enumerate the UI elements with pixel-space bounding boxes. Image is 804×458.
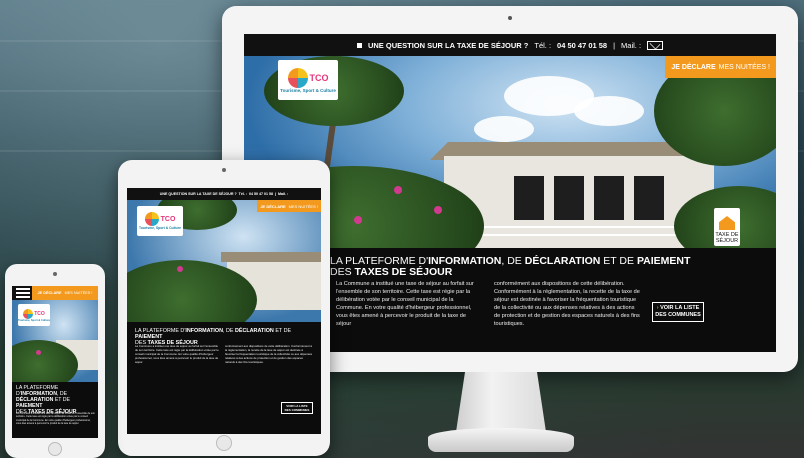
tablet-content: LA PLATEFORME D'INFORMATION, DE DÉCLARAT… [127,322,321,434]
title-bold: INFORMATION [185,328,223,334]
title-text: ET DE [600,255,637,267]
tco-logo[interactable]: TCO Tourisme, Sport & Culture [18,304,50,326]
tablet-top-bar: UNE QUESTION SUR LA TAXE DE SÉJOUR ? Tél… [127,188,321,200]
tablet-hero-image: TCO Tourisme, Sport & Culture JE DÉCLARE… [127,200,321,322]
chevron-right-icon: › [656,305,659,311]
paragraph-left: La Commune a institué une taxe de séjour… [336,281,474,327]
flower [434,206,442,214]
logo-tagline: Tourisme, Sport & Culture [139,226,181,230]
declare-nights-button[interactable]: JE DÉCLARE MES NUITÉES ! [32,286,98,300]
logo-circle-icon [287,67,308,88]
cloud [574,96,644,126]
title-bold: DÉCLARATION [524,255,601,267]
list-button-line2: DES COMMUNES [655,312,701,318]
phone-device: JE DÉCLARE MES NUITÉES ! TCO Tourisme, S… [5,264,105,458]
phone-number[interactable]: 04 50 47 01 58 [557,41,607,50]
monitor-base [428,428,574,452]
taxe-sejour-badge[interactable]: TAXE DE SÉJOUR [714,208,740,246]
paragraph-right: conformément aux dispositions de cette d… [494,281,640,327]
cloud [474,116,534,142]
mail-label: Mail. : [621,40,642,50]
platform-title: LA PLATEFORME D'INFORMATION, DE DÉCLARAT… [16,385,96,415]
declare-sub-label: MES NUITÉES ! [64,291,93,295]
declare-main-label: JE DÉCLARE [37,291,62,295]
separator: | [275,192,277,196]
phone-hero-image: TCO Tourisme, Sport & Culture [12,300,98,382]
title-text: , DE [501,255,525,267]
tablet-screen: UNE QUESTION SUR LA TAXE DE SÉJOUR ? Tél… [127,188,321,434]
flower [354,216,362,224]
declare-nights-button[interactable]: JE DÉCLARE MES NUITÉES ! [665,56,776,78]
list-button-line2: DES COMMUNES [284,408,310,412]
tablet-home-button [216,435,232,451]
title-text: DES [330,266,355,278]
house-roof [221,252,321,262]
logo-text: TCO [309,72,329,83]
paragraph-left: La Commune a institué une taxe de séjour… [16,412,95,426]
monitor-camera [508,16,512,20]
paragraph-left: La Commune a institué une taxe de séjour… [135,344,219,364]
flower [394,186,402,194]
declare-main-label: JE DÉCLARE [260,203,286,209]
paragraph-right: conformément aux dispositions de cette d… [225,344,313,364]
title-bold: PAIEMENT [636,255,691,267]
phone-home-button [48,442,62,456]
title-bold: TAXES DE SÉJOUR [354,266,453,278]
logo-text: TCO [160,215,176,223]
list-communes-button[interactable]: VOIR LA LISTE DES COMMUNES [281,402,313,414]
house-window [634,176,664,220]
separator: | [613,40,616,50]
logo-circle-icon [144,212,159,226]
monitor-stand [456,372,546,432]
house-window [514,176,544,220]
house-window [554,176,584,220]
house-icon [719,216,735,230]
phone-label: Tél. : [238,192,248,196]
mail-icon[interactable] [647,40,664,50]
logo-text: TCO [34,310,45,317]
declare-main-label: JE DÉCLARE [671,63,716,71]
tablet-camera [222,168,226,172]
title-text: ET DE [53,397,70,403]
declare-sub-label: MES NUITÉES ! [718,63,770,71]
tco-logo[interactable]: TCO Tourisme, Sport & Culture [278,60,338,100]
list-communes-button[interactable]: › VOIR LA LISTE DES COMMUNES [652,302,704,322]
badge-line2: SÉJOUR [715,238,739,244]
platform-title: LA PLATEFORME D'INFORMATION, DE DÉCLARAT… [330,256,730,278]
logo-tagline: Tourisme, Sport & Culture [17,318,51,322]
phone-content: LA PLATEFORME D'INFORMATION, DE DÉCLARAT… [12,382,98,438]
mail-label: Mail. : [278,192,289,196]
phone-label: Tél. : [534,40,552,50]
title-bold: DÉCLARATION [234,328,274,334]
title-text: , DE [223,328,235,334]
tco-logo[interactable]: TCO Tourisme, Sport & Culture [137,206,183,236]
info-top-bar: UNE QUESTION SUR LA TAXE DE SÉJOUR ? Tél… [244,34,776,56]
tablet-device: UNE QUESTION SUR LA TAXE DE SÉJOUR ? Tél… [118,160,330,456]
question-label: UNE QUESTION SUR LA TAXE DE SÉJOUR ? [159,192,237,196]
phone-screen: JE DÉCLARE MES NUITÉES ! TCO Tourisme, S… [12,286,98,438]
logo-circle-icon [23,308,34,319]
phone-number[interactable]: 04 50 47 01 58 [249,192,273,196]
list-button-line1: VOIR LA LISTE [660,305,700,311]
declare-sub-label: MES NUITÉES ! [288,203,318,209]
flower [177,266,183,272]
house-window [594,176,624,220]
menu-icon[interactable] [16,288,30,298]
declare-nights-button[interactable]: JE DÉCLARE MES NUITÉES ! [257,200,321,212]
phone-top-bar: JE DÉCLARE MES NUITÉES ! [12,286,98,300]
phone-camera [53,272,57,276]
question-label: UNE QUESTION SUR LA TAXE DE SÉJOUR ? [367,40,529,50]
flower [36,350,41,355]
logo-tagline: Tourisme, Sport & Culture [280,87,336,93]
square-bullet-icon [356,42,362,48]
title-text: ET DE [273,328,292,334]
